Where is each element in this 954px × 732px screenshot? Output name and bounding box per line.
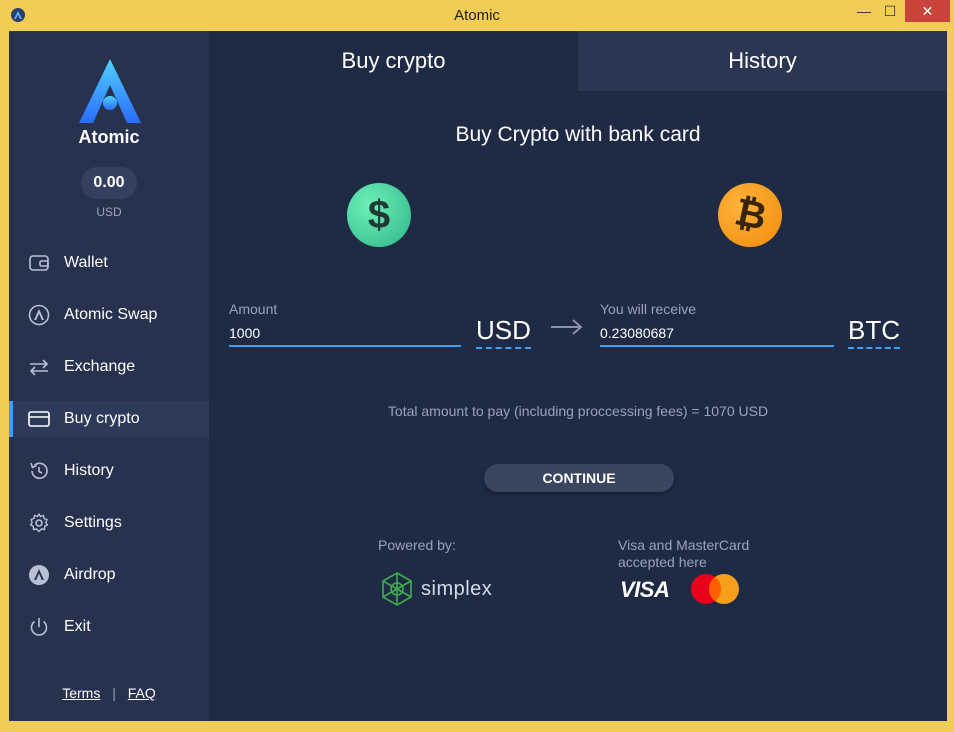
btc-coin-symbol: ₿: [730, 190, 770, 239]
receive-label: You will receive: [600, 301, 696, 317]
brand-name: Atomic: [78, 127, 140, 147]
card-icon: [28, 408, 50, 430]
gear-icon: [28, 512, 50, 534]
sidebar-item-label: Exchange: [64, 358, 136, 375]
simplex-name: simplex: [421, 577, 493, 600]
atomic-logo-icon: [75, 57, 145, 127]
sidebar-item-exchange[interactable]: Exchange: [9, 349, 209, 385]
sidebar-item-label: Settings: [64, 514, 122, 531]
sidebar: Atomic 0.00 USD Wallet Atomic Swap Excha…: [9, 31, 209, 721]
sidebar-item-wallet[interactable]: Wallet: [9, 245, 209, 281]
page-title: Buy Crypto with bank card: [455, 123, 701, 146]
history-icon: [28, 460, 50, 482]
sidebar-item-label: Airdrop: [64, 566, 116, 583]
balance-display: 0.00: [81, 167, 137, 199]
simplex-logo: simplex: [379, 571, 492, 607]
sidebar-item-label: Buy crypto: [64, 410, 140, 427]
balance-currency: USD: [96, 205, 122, 219]
amount-input[interactable]: [229, 321, 461, 347]
sidebar-item-label: Wallet: [64, 254, 108, 271]
sidebar-item-label: Atomic Swap: [64, 306, 158, 323]
sidebar-item-airdrop[interactable]: Airdrop: [9, 557, 209, 593]
maximize-button[interactable]: ☐: [876, 0, 904, 22]
terms-link[interactable]: Terms: [62, 685, 100, 701]
simplex-icon: [382, 572, 412, 606]
mastercard-logo-icon: [691, 574, 739, 604]
tab-history[interactable]: History: [578, 31, 947, 91]
atomic-swap-icon: [28, 304, 50, 326]
exchange-icon: [28, 356, 50, 378]
sidebar-item-label: History: [64, 462, 114, 479]
power-icon: [28, 616, 50, 638]
title-bar: Atomic — ☐ ✕: [0, 0, 954, 31]
app-window: Atomic — ☐ ✕ Atomic 0.00 USD Wallet Atom…: [0, 0, 954, 732]
app-client-area: Atomic 0.00 USD Wallet Atomic Swap Excha…: [9, 31, 947, 721]
sidebar-item-history[interactable]: History: [9, 453, 209, 489]
cards-accepted-text: Visa and MasterCard accepted here: [618, 537, 750, 570]
continue-button[interactable]: CONTINUE: [484, 464, 674, 492]
visa-logo: VISA: [620, 577, 670, 602]
receive-currency-select[interactable]: BTC: [848, 313, 900, 349]
minimize-button[interactable]: —: [850, 0, 878, 22]
arrow-right-icon: [551, 319, 583, 335]
usd-coin-symbol: $: [367, 192, 391, 237]
footer-separator: |: [112, 685, 116, 701]
airdrop-icon: [28, 564, 50, 586]
faq-link[interactable]: FAQ: [128, 685, 156, 701]
btc-coin-icon: ₿: [718, 183, 782, 247]
usd-coin-icon: $: [347, 183, 411, 247]
total-amount-text: Total amount to pay (including proccessi…: [387, 403, 769, 419]
wallet-icon: [28, 252, 50, 274]
close-button[interactable]: ✕: [905, 0, 950, 22]
sidebar-item-label: Exit: [64, 618, 91, 635]
window-title: Atomic: [454, 7, 500, 24]
receive-input[interactable]: [600, 321, 834, 347]
sidebar-item-atomic-swap[interactable]: Atomic Swap: [9, 297, 209, 333]
sidebar-item-exit[interactable]: Exit: [9, 609, 209, 645]
pay-currency-select[interactable]: USD: [476, 313, 531, 349]
footer-links: Terms | FAQ: [9, 685, 209, 701]
sidebar-item-buy-crypto[interactable]: Buy crypto: [9, 401, 209, 437]
tab-buy-crypto[interactable]: Buy crypto: [209, 31, 578, 91]
powered-by-label: Powered by:: [378, 537, 456, 553]
sidebar-item-settings[interactable]: Settings: [9, 505, 209, 541]
amount-label: Amount: [229, 301, 278, 317]
